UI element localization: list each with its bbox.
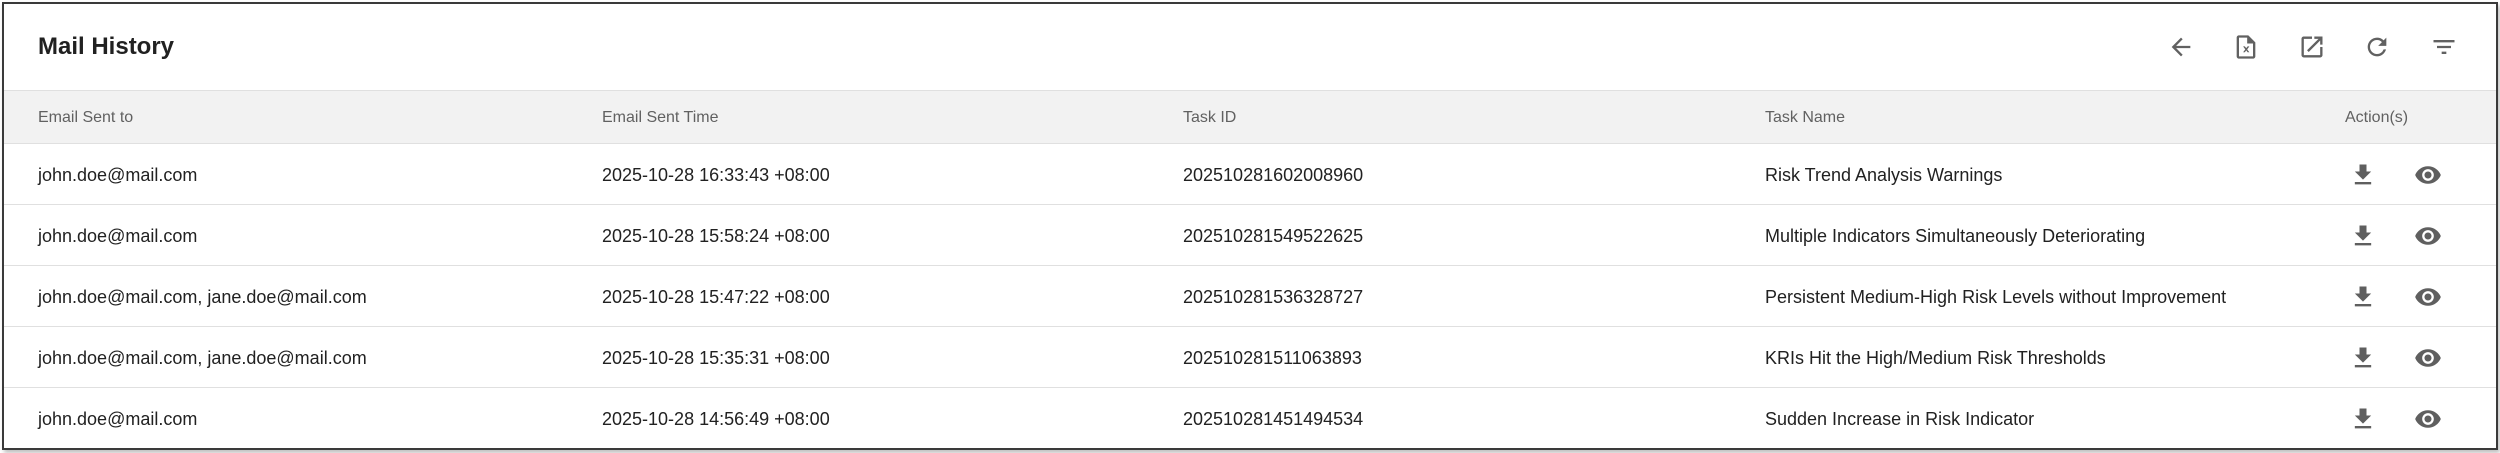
download-icon xyxy=(2354,347,2372,368)
download-button[interactable] xyxy=(2347,220,2379,252)
table-header: Email Sent to Email Sent Time Task ID Ta… xyxy=(4,91,2496,144)
table-row: john.doe@mail.com 2025-10-28 16:33:43 +0… xyxy=(4,144,2496,205)
download-icon xyxy=(2354,286,2372,307)
cell-email: john.doe@mail.com, jane.doe@mail.com xyxy=(38,287,367,307)
cell-sent-time: 2025-10-28 15:35:31 +08:00 xyxy=(602,348,830,368)
table-row: john.doe@mail.com 2025-10-28 15:58:24 +0… xyxy=(4,205,2496,266)
column-header-task-name[interactable]: Task Name xyxy=(1765,108,1845,128)
panel-header: Mail History xyxy=(4,4,2496,91)
open-external-button[interactable] xyxy=(2296,31,2328,63)
cell-task-id: 202510281511063893 xyxy=(1183,348,1362,368)
page-title: Mail History xyxy=(38,33,175,60)
cell-sent-time: 2025-10-28 15:58:24 +08:00 xyxy=(602,226,830,246)
cell-task-id: 202510281602008960 xyxy=(1183,165,1364,185)
cell-email: john.doe@mail.com xyxy=(38,165,198,185)
column-header-task-id[interactable]: Task ID xyxy=(1183,108,1236,128)
cell-sent-time: 2025-10-28 15:47:22 +08:00 xyxy=(602,287,830,307)
view-icon xyxy=(2415,166,2441,184)
cell-sent-time: 2025-10-28 16:33:43 +08:00 xyxy=(602,165,830,185)
view-button[interactable] xyxy=(2412,342,2444,374)
view-button[interactable] xyxy=(2412,403,2444,435)
export-file-icon xyxy=(2236,35,2256,59)
refresh-icon xyxy=(2367,37,2387,57)
view-icon xyxy=(2415,349,2441,367)
cell-task-name: Risk Trend Analysis Warnings xyxy=(1765,165,2003,185)
table-row: john.doe@mail.com 2025-10-28 14:56:49 +0… xyxy=(4,388,2496,448)
view-button[interactable] xyxy=(2412,159,2444,191)
cell-task-name: Persistent Medium-High Risk Levels witho… xyxy=(1765,287,2227,307)
view-button[interactable] xyxy=(2412,220,2444,252)
cell-task-name: Multiple Indicators Simultaneously Deter… xyxy=(1765,226,2146,246)
export-button[interactable] xyxy=(2230,31,2262,63)
view-icon xyxy=(2415,227,2441,245)
view-icon xyxy=(2415,288,2441,306)
download-button[interactable] xyxy=(2347,159,2379,191)
view-icon xyxy=(2415,410,2441,428)
table-row: john.doe@mail.com, jane.doe@mail.com 202… xyxy=(4,266,2496,327)
column-header-actions: Action(s) xyxy=(2345,109,2409,126)
cell-task-name: Sudden Increase in Risk Indicator xyxy=(1765,409,2035,429)
back-icon xyxy=(2171,37,2191,57)
cell-email: john.doe@mail.com, jane.doe@mail.com xyxy=(38,348,367,368)
column-header-email-sent-time[interactable]: Email Sent Time xyxy=(602,108,718,128)
filter-icon xyxy=(2433,40,2455,54)
cell-email: john.doe@mail.com xyxy=(38,226,198,246)
column-header-email-sent-to[interactable]: Email Sent to xyxy=(38,108,133,128)
download-button[interactable] xyxy=(2347,403,2379,435)
cell-task-id: 202510281451494534 xyxy=(1183,409,1364,429)
table-row: john.doe@mail.com, jane.doe@mail.com 202… xyxy=(4,327,2496,388)
cell-task-id: 202510281536328727 xyxy=(1183,287,1364,307)
cell-task-name: KRIs Hit the High/Medium Risk Thresholds xyxy=(1765,348,2106,368)
filter-button[interactable] xyxy=(2428,31,2460,63)
mail-history-panel: Mail History Email Sent to Email Sent Ti… xyxy=(2,2,2498,450)
download-button[interactable] xyxy=(2347,281,2379,313)
cell-email: john.doe@mail.com xyxy=(38,409,198,429)
refresh-button[interactable] xyxy=(2361,31,2393,63)
cell-sent-time: 2025-10-28 14:56:49 +08:00 xyxy=(602,409,830,429)
view-button[interactable] xyxy=(2412,281,2444,313)
download-icon xyxy=(2354,225,2372,246)
open-external-icon xyxy=(2301,36,2323,58)
back-button[interactable] xyxy=(2165,31,2197,63)
cell-task-id: 202510281549522625 xyxy=(1183,226,1364,246)
download-button[interactable] xyxy=(2347,342,2379,374)
download-icon xyxy=(2354,164,2372,185)
download-icon xyxy=(2354,408,2372,429)
